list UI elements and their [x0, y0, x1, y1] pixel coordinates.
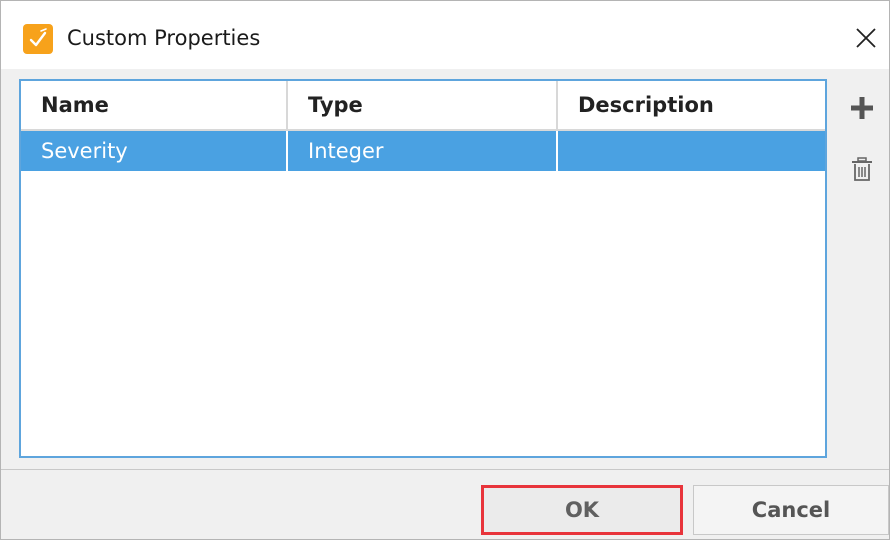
add-property-button[interactable] [847, 93, 877, 123]
table-header: Name Type Description [21, 81, 825, 131]
close-button[interactable] [849, 17, 883, 57]
close-icon [856, 28, 876, 48]
trash-icon [852, 157, 872, 181]
footer-divider [1, 469, 889, 470]
column-header-type[interactable]: Type [288, 81, 558, 129]
title-bar: Custom Properties [1, 1, 889, 69]
cancel-button[interactable]: Cancel [693, 485, 889, 535]
custom-properties-dialog: Custom Properties Name Type Description … [0, 0, 890, 540]
cell-description[interactable] [558, 131, 826, 171]
table-row[interactable]: Severity Integer [21, 131, 825, 171]
cell-name[interactable]: Severity [21, 131, 288, 171]
properties-table[interactable]: Name Type Description Severity Integer [19, 79, 827, 458]
delete-property-button[interactable] [849, 155, 875, 185]
window-title: Custom Properties [67, 26, 261, 50]
column-header-description[interactable]: Description [558, 81, 826, 129]
cell-type[interactable]: Integer [288, 131, 558, 171]
checkmark-tool-icon [23, 24, 53, 54]
ok-button[interactable]: OK [481, 485, 683, 535]
plus-icon [851, 97, 873, 119]
column-header-name[interactable]: Name [21, 81, 288, 129]
